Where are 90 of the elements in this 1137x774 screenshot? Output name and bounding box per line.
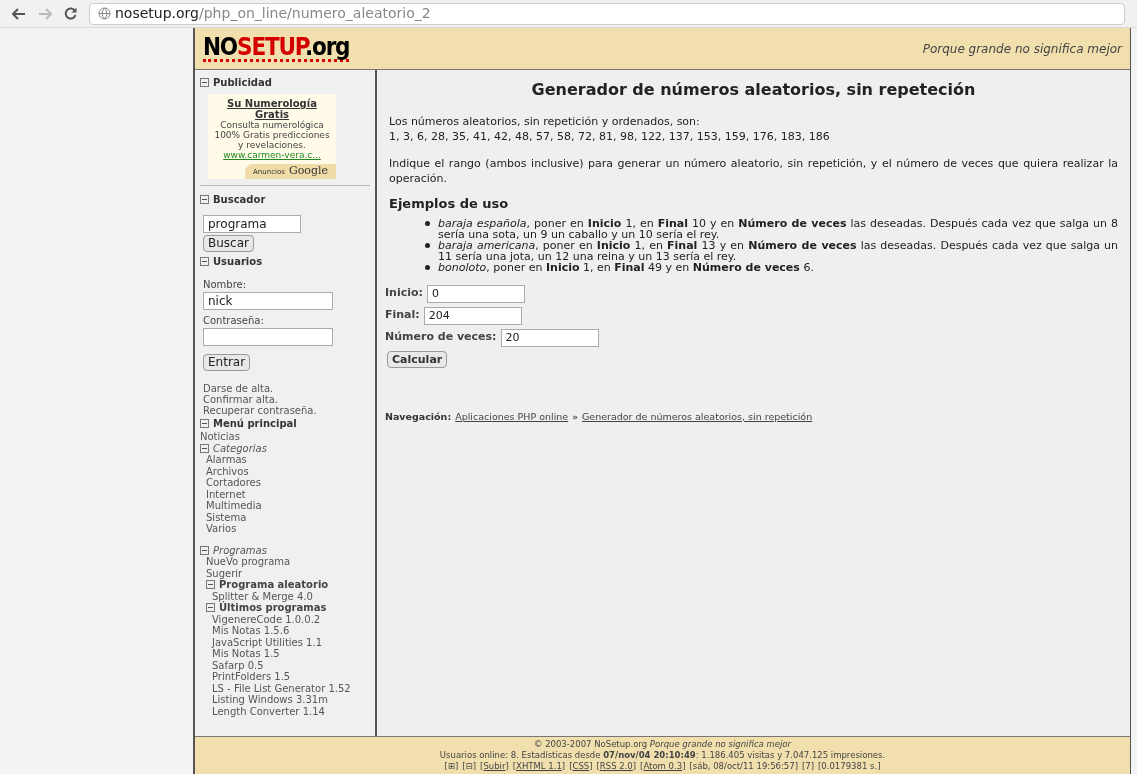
- footer-link[interactable]: [Atom 0.3]: [640, 761, 686, 772]
- menu-link[interactable]: Length Converter 1.14: [212, 705, 370, 717]
- menu-link[interactable]: Splitter & Merge 4.0: [212, 590, 370, 602]
- menu-link[interactable]: VigenereCode 1.0.0.2: [212, 613, 370, 625]
- ad-title-link[interactable]: Su Numerología Gratis: [208, 98, 336, 120]
- collapse-icon[interactable]: [200, 545, 209, 555]
- menu-link[interactable]: Sugerir: [206, 567, 370, 579]
- calculate-button[interactable]: Calcular: [387, 350, 448, 368]
- account-link[interactable]: Recuperar contraseña.: [203, 405, 370, 416]
- menu-link[interactable]: Internet: [206, 488, 370, 500]
- footer-link[interactable]: [RSS 2.0]: [596, 761, 637, 772]
- bullet-icon: [425, 242, 430, 248]
- menu-group-label[interactable]: Programa aleatorio: [219, 579, 329, 591]
- field-label: Inicio:: [385, 285, 423, 302]
- bullet-icon: [425, 264, 430, 270]
- footer-text: [⊟]: [462, 761, 477, 772]
- account-link[interactable]: Darse de alta.: [203, 383, 370, 394]
- tagline: Porque grande no significa mejor: [922, 40, 1122, 58]
- ad-text: Consulta numerológica 100% Gratis predicciones y revelaciones.: [213, 120, 331, 150]
- collapse-icon[interactable]: [200, 195, 209, 204]
- example-text: baraja americana, poner en Inicio 1, en Final 13 y en Número de veces las deseadas. Después cada vez que salga un 11 sería una jota, un 12 una reina y un 13 sería el rey.: [438, 239, 1118, 262]
- breadcrumb-link[interactable]: Aplicaciones PHP online: [455, 409, 569, 424]
- example-text: bonoloto, poner en Inicio 1, en Final 49 y en Número de veces 6.: [438, 261, 814, 273]
- footer-text: [0.0179381 s.]: [818, 761, 881, 772]
- menu-link[interactable]: Varios: [206, 523, 370, 535]
- stats-text: Usuarios online: 8. Estadísticas desde 07/nov/04 20:10:49: 1.186.405 visitas y 7.047.125 impresiones.: [439, 750, 886, 761]
- menu-link[interactable]: Sistema: [206, 511, 370, 523]
- collapse-icon[interactable]: [206, 603, 215, 613]
- footer-link[interactable]: [Subir]: [480, 761, 509, 772]
- url-text: nosetup.org/php_on_line/numero_aleatorio_2: [115, 4, 431, 23]
- section-title[interactable]: Buscador: [213, 192, 266, 207]
- menu-link[interactable]: Archivos: [206, 465, 370, 477]
- menu-link[interactable]: LS - File List Generator 1.52: [212, 682, 370, 694]
- menu-link[interactable]: Noticias: [200, 431, 370, 443]
- search-button[interactable]: Buscar: [203, 235, 254, 252]
- footer-text: [sáb, 08/oct/11 19:56:57]: [689, 761, 798, 772]
- footer-link[interactable]: [CSS]: [569, 761, 593, 772]
- bullet-icon: [425, 220, 430, 226]
- page-title: Generador de números aleatorios, sin repeteción: [530, 79, 977, 101]
- section-title[interactable]: Publicidad: [213, 75, 272, 90]
- search-field[interactable]: programa: [203, 215, 301, 233]
- footer-text: [7]: [801, 761, 814, 772]
- number-field[interactable]: 20: [500, 328, 599, 347]
- site-logo[interactable]: NOSETUP.org: [203, 35, 350, 62]
- section-title[interactable]: Usuarios: [213, 254, 263, 269]
- menu-group-label[interactable]: Programas: [213, 544, 267, 556]
- field-label: Final:: [385, 307, 420, 324]
- instructions-text: Indique el rango (ambos inclusive) para generar un número aleatorio, sin repetición, y el número de veces que quiera realizar la operación.: [389, 156, 1118, 186]
- section-title[interactable]: Menú principal: [213, 416, 297, 431]
- menu-link[interactable]: PrintFolders 1.5: [212, 671, 370, 683]
- menu-group-label[interactable]: Últimos programas: [219, 602, 327, 614]
- collapse-icon[interactable]: [200, 419, 209, 428]
- collapse-icon[interactable]: [200, 443, 209, 453]
- menu-link[interactable]: Alarmas: [206, 454, 370, 466]
- collapse-icon[interactable]: [200, 257, 209, 266]
- menu-link[interactable]: Listing Windows 3.31m: [212, 694, 370, 706]
- ad-url-link[interactable]: www.carmen-vera.c...: [223, 150, 321, 160]
- account-link[interactable]: Confirmar alta.: [203, 394, 370, 405]
- section-heading: Ejemplos de uso: [389, 195, 510, 213]
- login-button[interactable]: Entrar: [203, 354, 251, 371]
- menu-link[interactable]: JavaScript Utilities 1.1: [212, 636, 370, 648]
- address-bar[interactable]: nosetup.org/php_on_line/numero_aleatorio_2: [89, 2, 1125, 25]
- field-label: Nombre:: [203, 278, 248, 292]
- result-numbers: 1, 3, 6, 28, 35, 41, 42, 48, 57, 58, 72, 81, 98, 122, 137, 153, 159, 176, 183, 186: [389, 129, 831, 144]
- menu-link[interactable]: Mis Notas 1.5.6: [212, 625, 370, 637]
- menu-group-label[interactable]: Categorias: [213, 442, 267, 454]
- number-field[interactable]: 204: [423, 306, 522, 325]
- globe-icon: [98, 7, 111, 20]
- breadcrumb-link[interactable]: Generador de números aleatorios, sin repetición: [581, 409, 813, 424]
- menu-link[interactable]: Cortadores: [206, 477, 370, 489]
- field-label: Contraseña:: [203, 314, 265, 328]
- footer-link[interactable]: [XHTML 1.1]: [512, 761, 566, 772]
- menu-link[interactable]: Multimedia: [206, 500, 370, 512]
- collapse-icon[interactable]: [206, 580, 215, 590]
- collapse-icon[interactable]: [200, 78, 209, 87]
- copyright-text: © 2003-2007 NoSetup.org Porque grande no significa mejor: [533, 739, 792, 750]
- back-icon[interactable]: [12, 7, 26, 20]
- text-field[interactable]: nick: [203, 292, 333, 310]
- breadcrumb-separator: »: [572, 409, 578, 424]
- footer-text: [⊞]: [444, 761, 459, 772]
- field-label: Número de veces:: [385, 329, 497, 346]
- reload-icon[interactable]: [64, 7, 77, 20]
- text-field[interactable]: [203, 328, 333, 346]
- number-field[interactable]: 0: [426, 284, 525, 303]
- example-text: baraja española, poner en Inicio 1, en Final 10 y en Número de veces las deseadas. Después cada vez que salga un 8 sería una sota, un 9 un caballo y un 10 sería el rey.: [438, 217, 1118, 240]
- menu-link[interactable]: Mis Notas 1.5: [212, 648, 370, 660]
- menu-link[interactable]: Safarp 0.5: [212, 659, 370, 671]
- menu-link[interactable]: NueVo programa: [206, 556, 370, 568]
- breadcrumb-label: Navegación:: [385, 409, 452, 424]
- result-label: Los números aleatorios, sin repetición y ordenados, son:: [389, 114, 701, 129]
